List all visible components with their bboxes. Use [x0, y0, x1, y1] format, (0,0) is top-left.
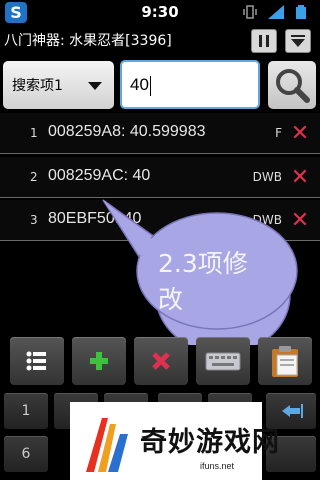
dropdown-arrow-icon [88, 82, 102, 90]
keyboard-icon [205, 352, 241, 371]
watermark-logo [86, 418, 128, 472]
search-type-label: 搜索项1 [12, 78, 63, 94]
text-caret [149, 75, 151, 96]
result-index: 3 [30, 213, 38, 227]
search-icon [276, 69, 310, 103]
result-address-value: 008259AC: 40 [48, 167, 151, 184]
close-icon: ✕ [290, 121, 310, 146]
key-6[interactable]: 6 [4, 436, 48, 472]
delete-all-button[interactable] [134, 337, 188, 385]
process-title: 八门神器: 水果忍者[3396] [4, 33, 172, 49]
keyboard-button[interactable] [196, 337, 250, 385]
collapse-button[interactable] [285, 29, 311, 53]
annotation-line: 2.3项修 [158, 249, 248, 278]
search-button[interactable] [268, 61, 316, 109]
close-icon [152, 352, 170, 370]
watermark-url: ifuns.net [200, 461, 235, 471]
list-button[interactable] [10, 337, 64, 385]
list-icon [26, 351, 46, 371]
vibrate-icon [243, 5, 257, 19]
result-type: F [275, 126, 282, 140]
paste-icon [272, 346, 298, 377]
battery-icon [296, 5, 306, 19]
pause-button[interactable] [251, 29, 277, 53]
annotation-text: 2.3项修 改 [158, 246, 278, 318]
signal-icon [268, 5, 284, 19]
plus-icon [90, 352, 108, 370]
key-1[interactable]: 1 [4, 393, 48, 429]
result-address-value: 008259A8: 40.599983 [48, 123, 206, 140]
paste-button[interactable] [258, 337, 312, 385]
add-button[interactable] [72, 337, 126, 385]
result-type: DWB [252, 170, 282, 184]
result-index: 2 [30, 170, 38, 184]
annotation-line: 改 [158, 285, 184, 314]
collapse-icon [291, 35, 305, 47]
search-value-input[interactable]: 40 [120, 60, 260, 109]
delete-result-button[interactable]: ✕ [290, 121, 310, 146]
delete-result-button[interactable]: ✕ [290, 165, 310, 190]
search-value-text: 40 [130, 75, 149, 94]
result-index: 1 [30, 126, 38, 140]
pause-icon [259, 35, 269, 47]
close-icon: ✕ [290, 165, 310, 190]
watermark-title: 奇妙游戏网 [140, 427, 280, 458]
